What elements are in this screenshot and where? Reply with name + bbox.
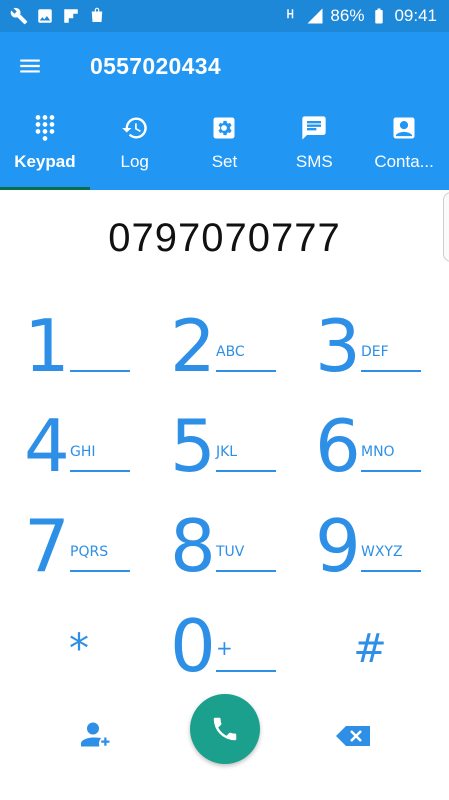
backspace-icon — [336, 726, 370, 746]
status-bar: 86% 09:41 — [0, 0, 449, 32]
tab-bar: Keypad Log Set SMS Conta... — [0, 100, 449, 190]
menu-button[interactable] — [0, 32, 60, 100]
dialpad-icon — [35, 115, 55, 141]
image-icon — [36, 7, 54, 25]
app-title: 0557020434 — [90, 52, 221, 79]
key-7[interactable]: 7 PQRS — [24, 500, 154, 590]
status-time: 09:41 — [394, 6, 437, 25]
hamburger-menu-icon — [20, 59, 40, 73]
store-icon — [88, 7, 106, 25]
dialer-actions — [0, 690, 449, 790]
key-underline — [216, 670, 276, 672]
key-underline — [70, 470, 130, 472]
key-letters: GHI — [70, 444, 96, 460]
key-1[interactable]: 1 — [24, 300, 154, 390]
key-underline — [361, 370, 421, 372]
hd-voice-icon — [282, 7, 300, 25]
app-bar: 0557020434 — [0, 32, 449, 100]
backspace-button[interactable] — [334, 724, 372, 748]
key-underline — [70, 370, 130, 372]
add-contact-button[interactable] — [78, 718, 114, 754]
tab-sms-label: SMS — [295, 152, 333, 171]
wrench-icon — [10, 7, 28, 25]
key-digit: 4 — [24, 404, 70, 488]
key-letters: WXYZ — [361, 544, 403, 560]
tab-contacts[interactable]: Conta... — [359, 100, 449, 190]
key-letters: ABC — [216, 344, 245, 360]
key-letters: MNO — [361, 444, 395, 460]
history-icon — [121, 117, 147, 139]
key-underline — [216, 370, 276, 372]
key-digit: 1 — [24, 304, 70, 388]
phone-icon — [213, 717, 237, 741]
key-underline — [216, 570, 276, 572]
call-button[interactable] — [190, 694, 260, 764]
battery-icon — [370, 7, 388, 25]
key-8[interactable]: 8 TUV — [170, 500, 300, 590]
tab-log[interactable]: Log — [90, 100, 180, 190]
tab-sms[interactable]: SMS — [269, 100, 359, 190]
tab-keypad[interactable]: Keypad — [0, 100, 90, 190]
key-letters: + — [216, 636, 233, 660]
key-star[interactable]: * — [24, 600, 154, 690]
key-letters: DEF — [361, 344, 389, 360]
tab-set[interactable]: Set — [180, 100, 270, 190]
key-digit: 9 — [315, 504, 361, 588]
key-9[interactable]: 9 WXYZ — [315, 500, 445, 590]
status-system: 86% 09:41 — [282, 6, 449, 26]
key-underline — [361, 570, 421, 572]
tab-contacts-label: Conta... — [374, 152, 434, 171]
key-letters: PQRS — [70, 544, 109, 560]
key-underline — [216, 470, 276, 472]
key-letters: TUV — [216, 544, 245, 560]
key-0[interactable]: 0 + — [170, 600, 300, 690]
key-symbol: # — [353, 626, 387, 672]
tab-set-label: Set — [211, 152, 238, 171]
flipboard-icon — [62, 7, 80, 25]
key-letters: JKL — [216, 444, 238, 460]
key-underline — [361, 470, 421, 472]
message-icon — [302, 116, 326, 140]
key-digit: 2 — [170, 304, 216, 388]
key-hash[interactable]: # — [315, 600, 445, 690]
tab-keypad-label: Keypad — [14, 152, 76, 171]
key-underline — [70, 570, 130, 572]
key-digit: 8 — [170, 504, 216, 588]
settings-icon — [213, 117, 235, 139]
key-6[interactable]: 6 MNO — [315, 400, 445, 490]
key-digit: 0 — [170, 604, 216, 688]
key-digit: 5 — [170, 404, 216, 488]
add-contact-icon — [81, 722, 110, 747]
key-5[interactable]: 5 JKL — [170, 400, 300, 490]
key-digit: 6 — [315, 404, 361, 488]
dialed-number[interactable]: 0797070777 — [0, 216, 449, 261]
key-digit: 3 — [315, 304, 361, 388]
battery-percent: 86% — [330, 6, 365, 25]
key-digit: 7 — [24, 504, 70, 588]
key-4[interactable]: 4 GHI — [24, 400, 154, 490]
contact-icon — [393, 117, 415, 139]
key-symbol: * — [69, 626, 89, 672]
tab-log-label: Log — [120, 152, 149, 171]
status-notifications — [0, 7, 106, 25]
key-3[interactable]: 3 DEF — [315, 300, 445, 390]
signal-icon — [306, 7, 324, 25]
key-2[interactable]: 2 ABC — [170, 300, 300, 390]
